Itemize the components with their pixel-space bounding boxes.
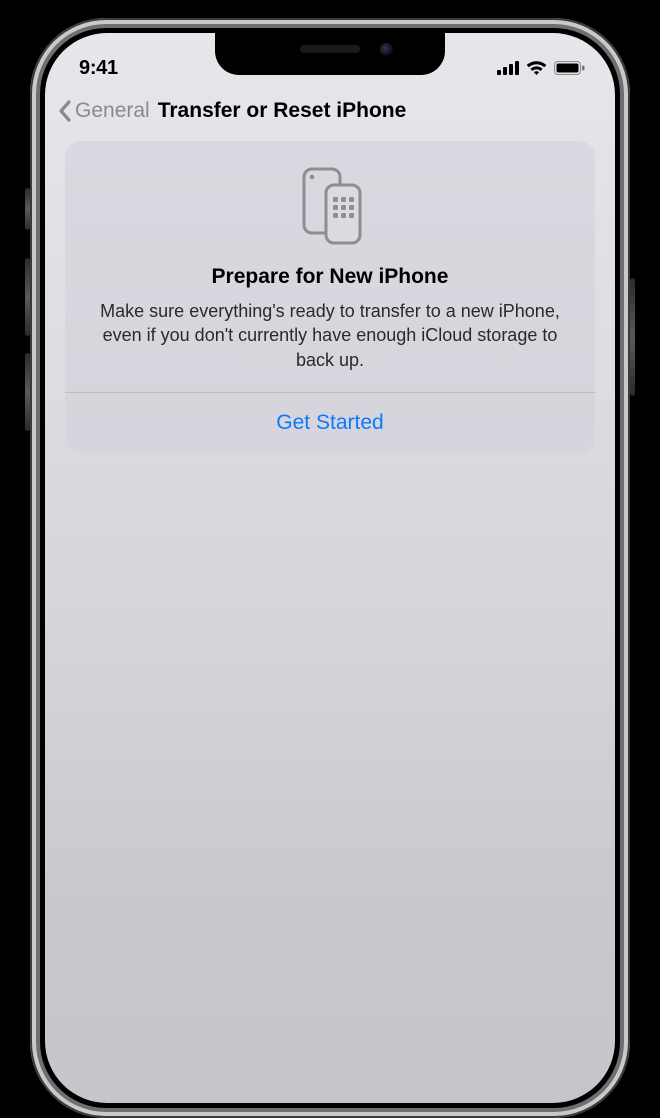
volume-up-button [25, 258, 30, 336]
prepare-card-description: Make sure everything's ready to transfer… [83, 299, 577, 392]
nav-bar: General Transfer or Reset iPhone [45, 89, 615, 141]
mute-switch [25, 188, 30, 230]
side-power-button [630, 278, 635, 396]
volume-down-button [25, 353, 30, 431]
status-icons [497, 61, 585, 76]
prepare-card: Prepare for New iPhone Make sure everyth… [65, 141, 595, 453]
back-label: General [75, 99, 150, 123]
back-button[interactable]: General [57, 99, 150, 123]
notch [215, 33, 445, 75]
status-time: 9:41 [79, 57, 118, 80]
battery-icon [554, 61, 585, 75]
get-started-button[interactable]: Get Started [83, 393, 577, 453]
cellular-signal-icon [497, 61, 519, 75]
prepare-card-title: Prepare for New iPhone [83, 265, 577, 289]
wifi-icon [526, 61, 547, 76]
content: Prepare for New iPhone Make sure everyth… [45, 141, 615, 453]
transfer-devices-icon [83, 163, 577, 247]
chevron-left-icon [57, 99, 73, 123]
phone-frame: 9:41 [30, 18, 630, 1118]
page-title: Transfer or Reset iPhone [158, 99, 407, 123]
screen: 9:41 [45, 33, 615, 1103]
